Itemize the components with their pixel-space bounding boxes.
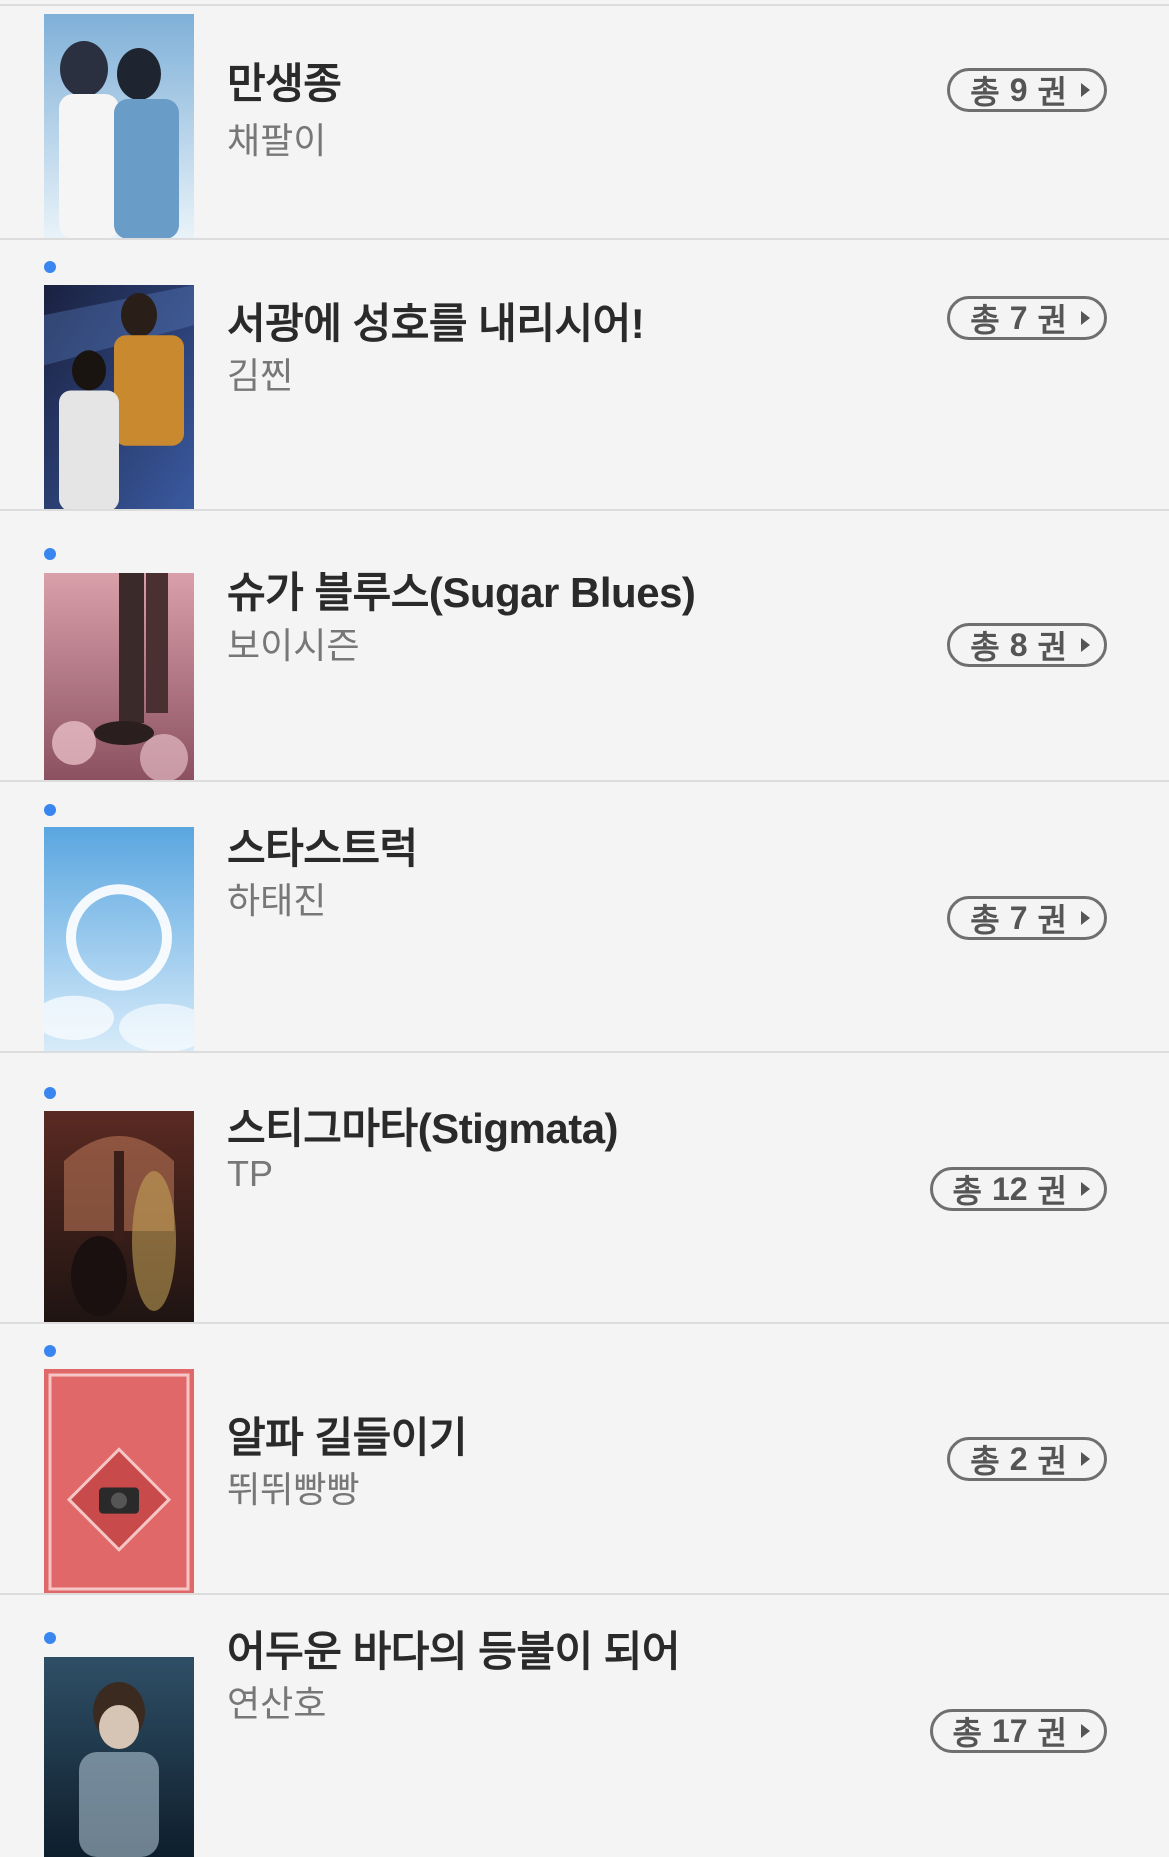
- new-indicator-dot: [44, 1632, 56, 1644]
- cover-art: [44, 1111, 194, 1324]
- book-title: 스티그마타(Stigmata): [227, 1105, 619, 1152]
- book-cover[interactable]: [44, 14, 194, 239]
- cover-art: [44, 14, 194, 239]
- volume-count-prefix: 총: [952, 1173, 982, 1209]
- book-author: 보이시즌: [227, 625, 360, 666]
- volume-count-suffix: 권: [1037, 1715, 1067, 1751]
- new-indicator-dot: [44, 804, 56, 816]
- volume-count-suffix: 권: [1037, 74, 1067, 110]
- book-title: 슈가 블루스(Sugar Blues): [227, 569, 696, 616]
- play-arrow-icon: [1081, 311, 1090, 325]
- volume-count: 7: [1009, 899, 1028, 936]
- volume-count: 17: [991, 1712, 1028, 1749]
- play-arrow-icon: [1081, 911, 1090, 925]
- play-arrow-icon: [1081, 83, 1090, 97]
- cover-art: [44, 827, 194, 1053]
- cover-art: [44, 285, 194, 511]
- new-indicator-dot: [44, 1087, 56, 1099]
- cover-art: [44, 1657, 194, 1857]
- volume-count-suffix: 권: [1037, 629, 1067, 665]
- book-row[interactable]: 어두운 바다의 등불이 되어 연산호 총 17 권: [0, 1595, 1169, 1857]
- volume-count-button[interactable]: 총 8 권: [947, 623, 1107, 667]
- book-title: 어두운 바다의 등불이 되어: [227, 1628, 681, 1675]
- play-arrow-icon: [1081, 1724, 1090, 1738]
- book-author: 하태진: [227, 880, 327, 921]
- volume-count-button[interactable]: 총 9 권: [947, 68, 1107, 112]
- book-row[interactable]: 스티그마타(Stigmata) TP 총 12 권: [0, 1053, 1169, 1324]
- book-row[interactable]: 스타스트럭 하태진 총 7 권: [0, 782, 1169, 1053]
- book-author: 채팔이: [227, 120, 327, 161]
- volume-count-button[interactable]: 총 17 권: [929, 1709, 1107, 1753]
- volume-count-button[interactable]: 총 7 권: [947, 896, 1107, 940]
- volume-count-button[interactable]: 총 7 권: [947, 296, 1107, 340]
- book-row[interactable]: 만생종 채팔이 총 9 권: [0, 6, 1169, 240]
- play-arrow-icon: [1081, 1452, 1090, 1466]
- book-cover[interactable]: [44, 573, 194, 782]
- book-title: 스타스트럭: [227, 825, 418, 872]
- book-title: 만생종: [227, 60, 342, 107]
- new-indicator-dot: [44, 548, 56, 560]
- volume-count-prefix: 총: [970, 1443, 1000, 1479]
- play-arrow-icon: [1081, 638, 1090, 652]
- book-author: 뛰뛰빵빵: [227, 1469, 360, 1510]
- book-row[interactable]: 슈가 블루스(Sugar Blues) 보이시즌 총 8 권: [0, 511, 1169, 782]
- volume-count-prefix: 총: [970, 902, 1000, 938]
- book-row[interactable]: 알파 길들이기 뛰뛰빵빵 총 2 권: [0, 1324, 1169, 1595]
- cover-art: [44, 573, 194, 782]
- book-cover[interactable]: [44, 1369, 194, 1595]
- new-indicator-dot: [44, 1345, 56, 1357]
- volume-count: 7: [1009, 299, 1028, 336]
- volume-count: 2: [1009, 1440, 1028, 1477]
- book-cover[interactable]: [44, 1111, 194, 1324]
- book-cover[interactable]: [44, 285, 194, 511]
- volume-count-button[interactable]: 총 12 권: [929, 1167, 1107, 1211]
- volume-count: 9: [1009, 71, 1028, 108]
- book-row[interactable]: 서광에 성호를 내리시어! 김찐 총 7 권: [0, 240, 1169, 511]
- volume-count: 8: [1009, 626, 1028, 663]
- volume-count-suffix: 권: [1037, 1443, 1067, 1479]
- volume-count-button[interactable]: 총 2 권: [947, 1437, 1107, 1481]
- book-title: 알파 길들이기: [227, 1414, 468, 1461]
- volume-count-prefix: 총: [970, 74, 1000, 110]
- book-cover[interactable]: [44, 1657, 194, 1857]
- book-author: 김찐: [227, 355, 294, 396]
- volume-count-prefix: 총: [970, 302, 1000, 338]
- new-indicator-dot: [44, 261, 56, 273]
- play-arrow-icon: [1081, 1182, 1090, 1196]
- volume-count-prefix: 총: [952, 1715, 982, 1751]
- book-author: 연산호: [227, 1683, 327, 1724]
- volume-count-suffix: 권: [1037, 1173, 1067, 1209]
- volume-count-prefix: 총: [970, 629, 1000, 665]
- volume-count-suffix: 권: [1037, 302, 1067, 338]
- cover-art: [44, 1369, 194, 1595]
- book-title: 서광에 성호를 내리시어!: [227, 300, 645, 347]
- volume-count: 12: [991, 1170, 1028, 1207]
- volume-count-suffix: 권: [1037, 902, 1067, 938]
- book-author: TP: [227, 1153, 274, 1194]
- book-cover[interactable]: [44, 827, 194, 1053]
